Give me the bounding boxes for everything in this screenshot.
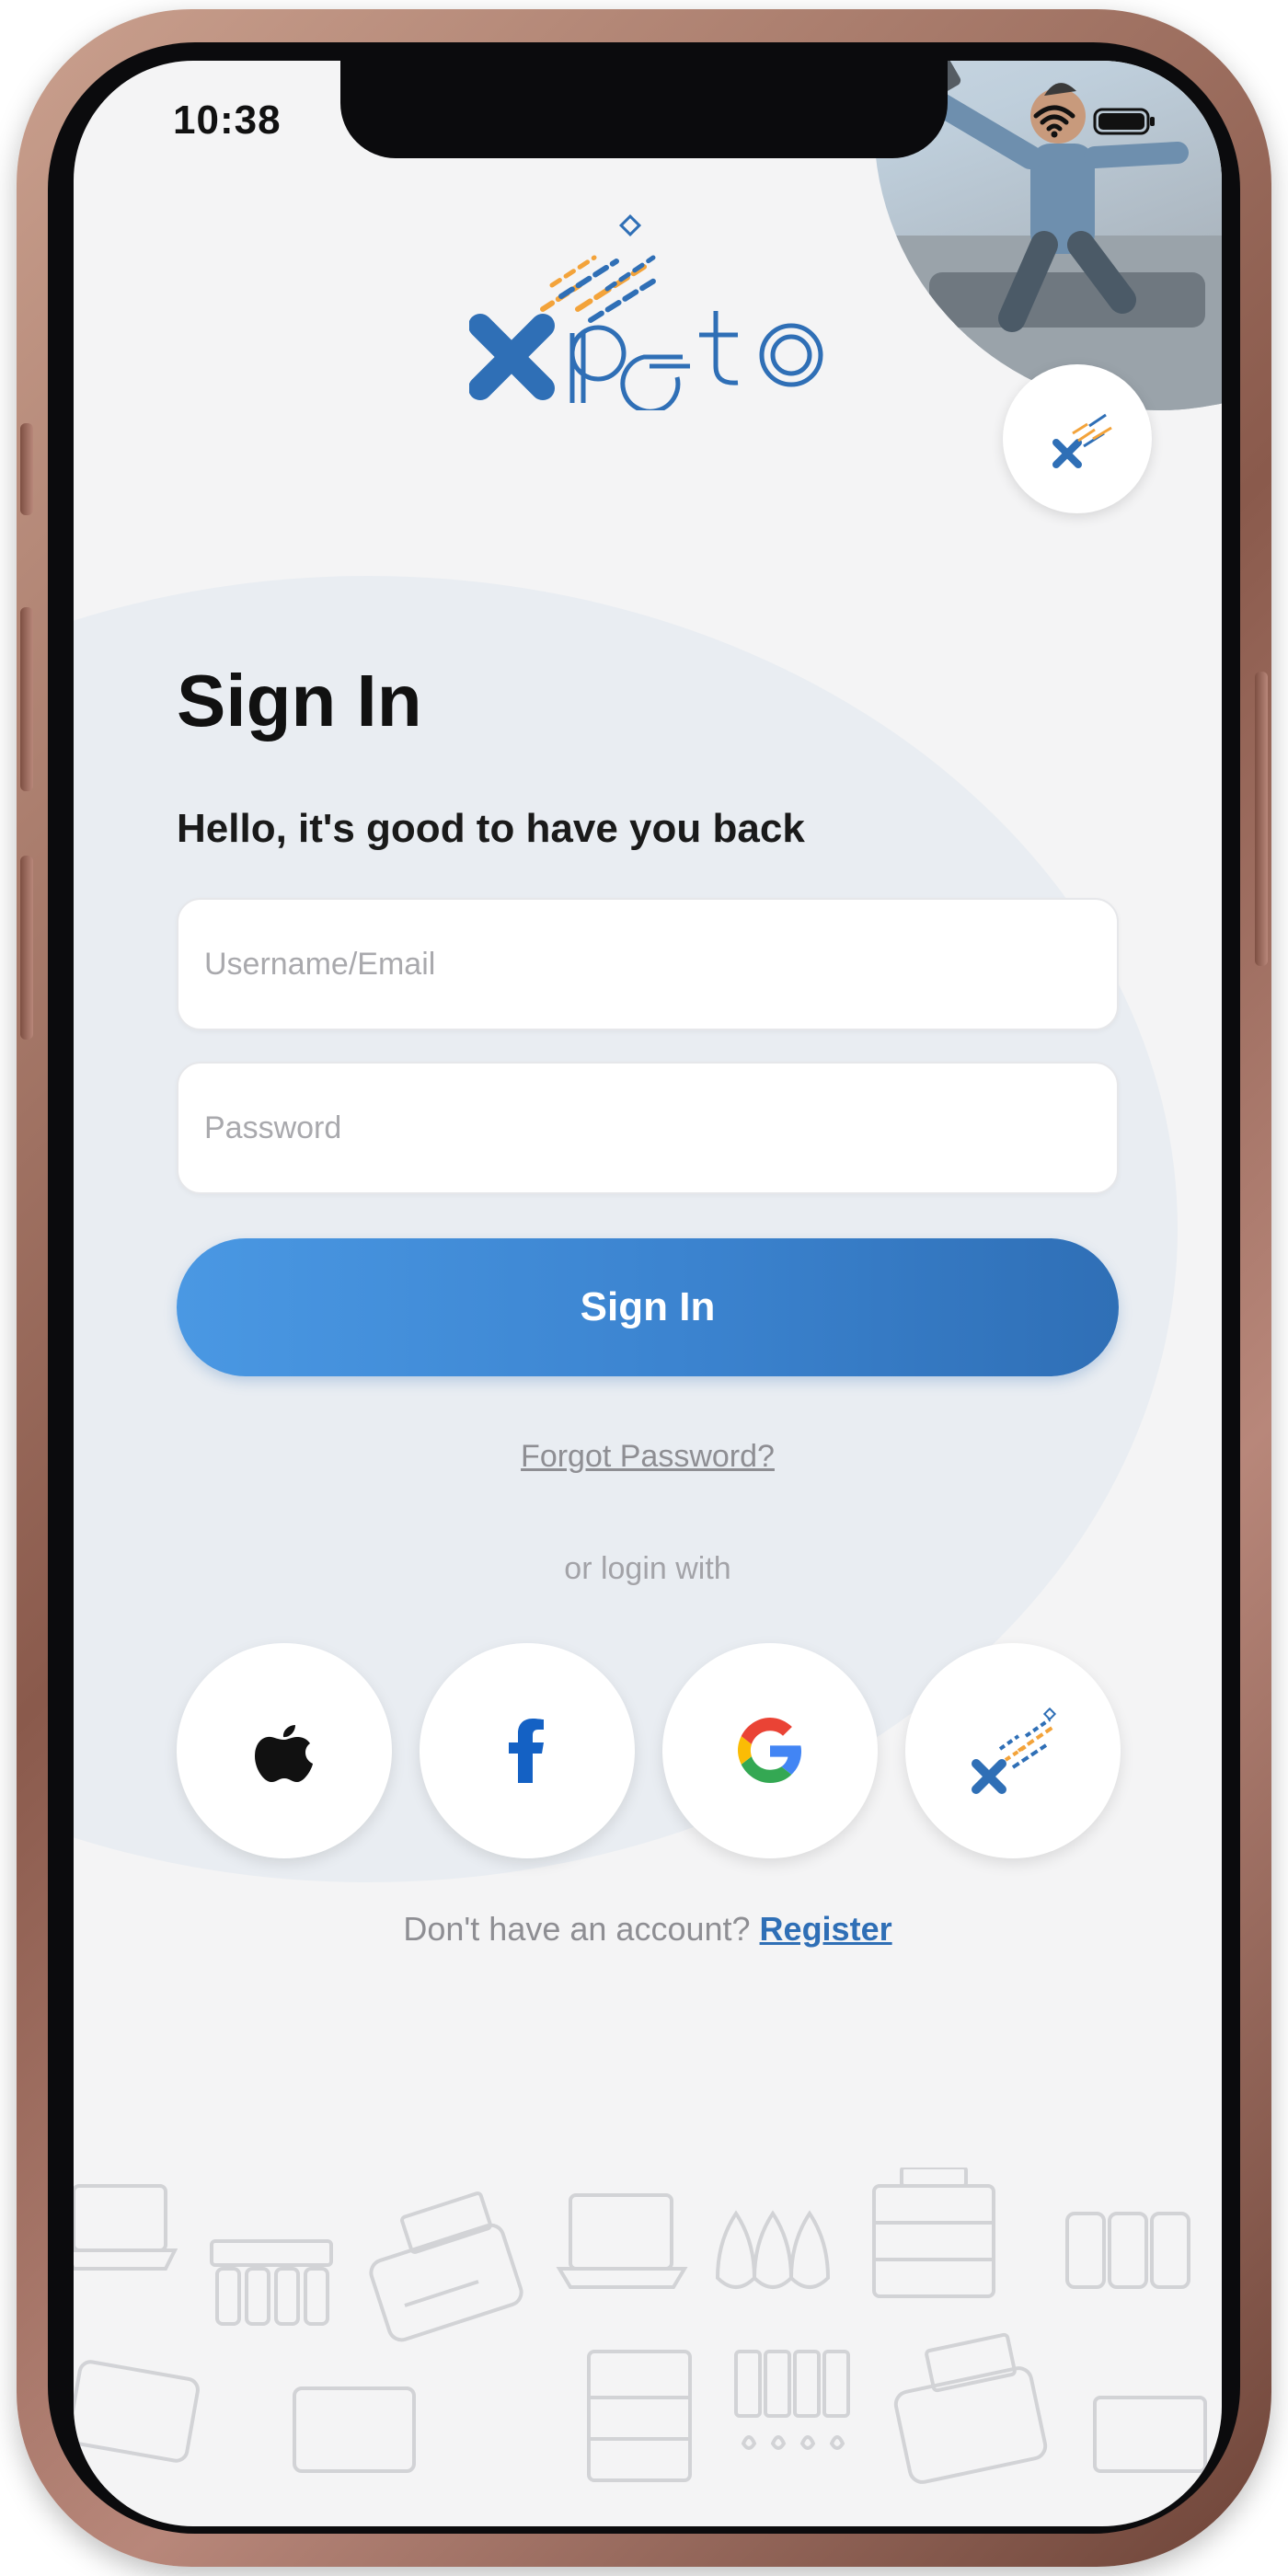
register-prompt: Don't have an account? Register xyxy=(74,1910,1222,1949)
status-icons xyxy=(1032,105,1157,138)
wifi-icon xyxy=(1033,105,1075,138)
silent-switch xyxy=(20,423,33,515)
google-icon xyxy=(738,1718,801,1783)
ink-drops-icon xyxy=(715,2210,831,2289)
app-screen: 10:38 Sign In Hello, it's good to have y… xyxy=(74,61,1222,2526)
laptop-icon xyxy=(556,2193,688,2289)
battery-icon xyxy=(1093,108,1155,135)
ink-cartridges-icon xyxy=(1065,2212,1190,2289)
device-notch xyxy=(340,61,948,158)
footer-doodle-pattern xyxy=(74,2166,1222,2526)
page-subtitle: Hello, it's good to have you back xyxy=(177,806,805,851)
facebook-login-button[interactable] xyxy=(420,1643,635,1858)
social-login-row xyxy=(177,1643,1121,1860)
apple-icon xyxy=(255,1725,313,1782)
or-login-with-text: or login with xyxy=(564,1551,731,1586)
copier-icon xyxy=(872,2166,995,2298)
apple-login-button[interactable] xyxy=(177,1643,392,1858)
xpeto-logo xyxy=(468,208,856,414)
page-title: Sign In xyxy=(177,660,422,742)
ink-cartridges-icon xyxy=(734,2350,850,2450)
google-login-button[interactable] xyxy=(662,1643,878,1858)
xpeto-login-button[interactable] xyxy=(905,1643,1121,1858)
volume-down-button xyxy=(20,856,33,1040)
laptop-icon xyxy=(293,2386,416,2473)
forgot-password-link[interactable]: Forgot Password? xyxy=(74,1439,1222,1475)
volume-up-button xyxy=(20,607,33,791)
no-account-text: Don't have an account? xyxy=(403,1910,751,1948)
xpeto-badge xyxy=(1003,364,1152,513)
register-link[interactable]: Register xyxy=(760,1910,892,1948)
printer-icon xyxy=(893,2332,1048,2484)
username-email-input[interactable] xyxy=(177,898,1119,1030)
status-time: 10:38 xyxy=(173,98,282,143)
printer-icon xyxy=(369,2191,523,2342)
sign-in-button[interactable]: Sign In xyxy=(177,1238,1119,1376)
xpeto-mini-icon xyxy=(1052,413,1112,468)
facebook-icon xyxy=(509,1719,544,1783)
power-button xyxy=(1255,672,1268,966)
xpeto-icon xyxy=(972,1707,1057,1794)
xpeto-logo-mark xyxy=(468,213,823,414)
copier-icon xyxy=(587,2350,692,2482)
device-doodles xyxy=(74,2166,1207,2484)
laptop-icon xyxy=(1093,2396,1207,2473)
ink-cartridge-icon xyxy=(210,2239,333,2326)
laptop-icon xyxy=(74,2184,178,2271)
printer-icon xyxy=(74,2360,200,2463)
password-input[interactable] xyxy=(177,1062,1119,1194)
